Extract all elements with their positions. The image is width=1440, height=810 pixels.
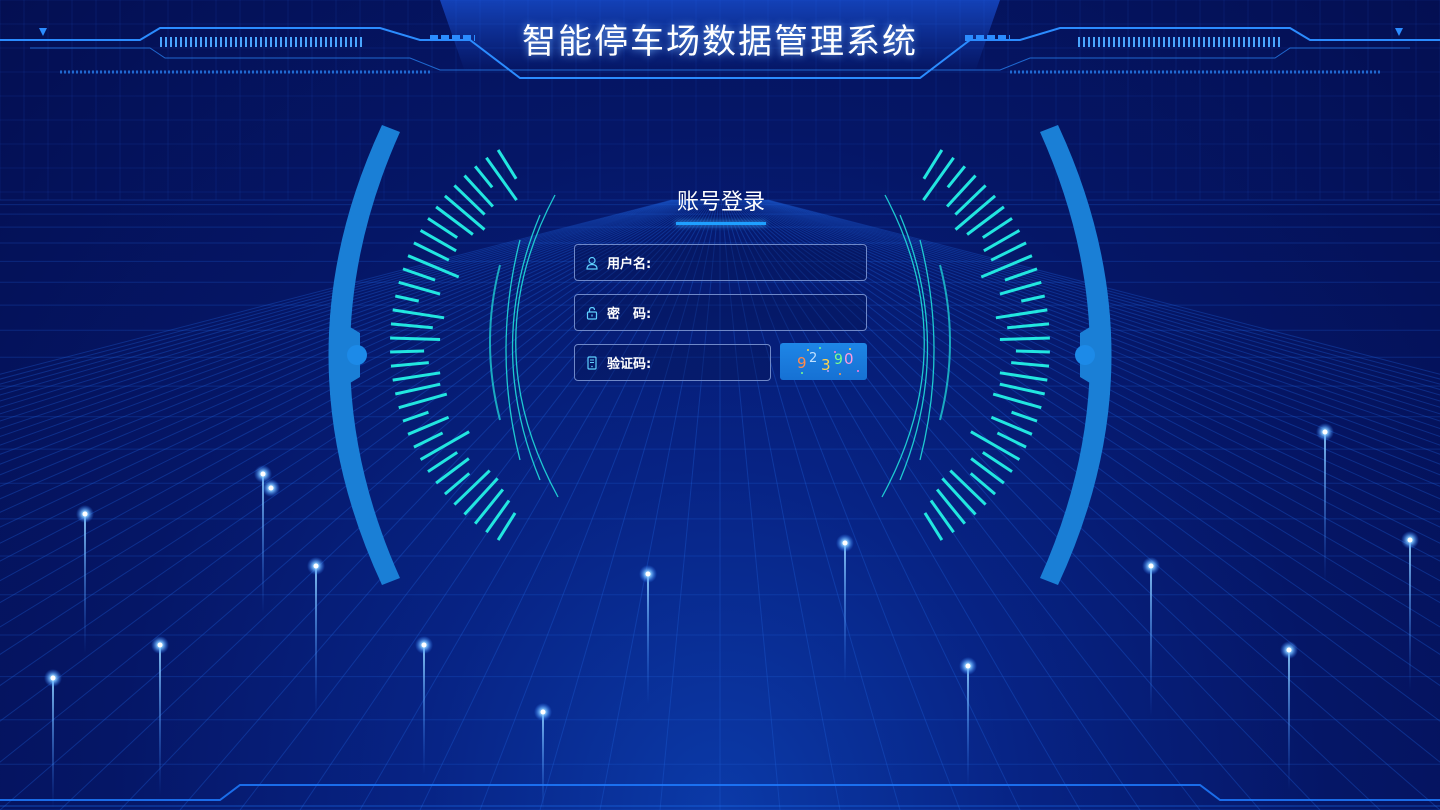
login-title-underline [676,222,766,225]
login-title: 账号登录 [676,190,765,215]
login-page: 智能停车场数据管理系统 账号登录 用户名: 密 码: 验证码: 9 2 3 9 … [0,0,1440,810]
username-field[interactable]: 用户名: [574,244,867,281]
password-field[interactable]: 密 码: [574,294,867,331]
captcha-field[interactable]: 验证码: [574,344,771,381]
captcha-char: 2 [809,351,817,366]
captcha-char: 3 [821,356,831,374]
phone-icon [585,355,599,370]
captcha-char: 9 [834,352,843,368]
captcha-char: 9 [797,354,807,372]
hud-decoration [328,125,1112,585]
captcha-char: 0 [844,350,854,368]
username-input[interactable] [651,245,866,280]
lock-icon [585,306,599,320]
captcha-input[interactable] [651,345,770,380]
user-icon [585,256,599,270]
captcha-label: 验证码: [607,357,652,372]
captcha-image[interactable]: 9 2 3 9 0 [780,343,867,380]
password-input[interactable] [651,295,866,330]
username-label: 用户名: [607,257,652,272]
password-label: 密 码: [607,307,652,322]
